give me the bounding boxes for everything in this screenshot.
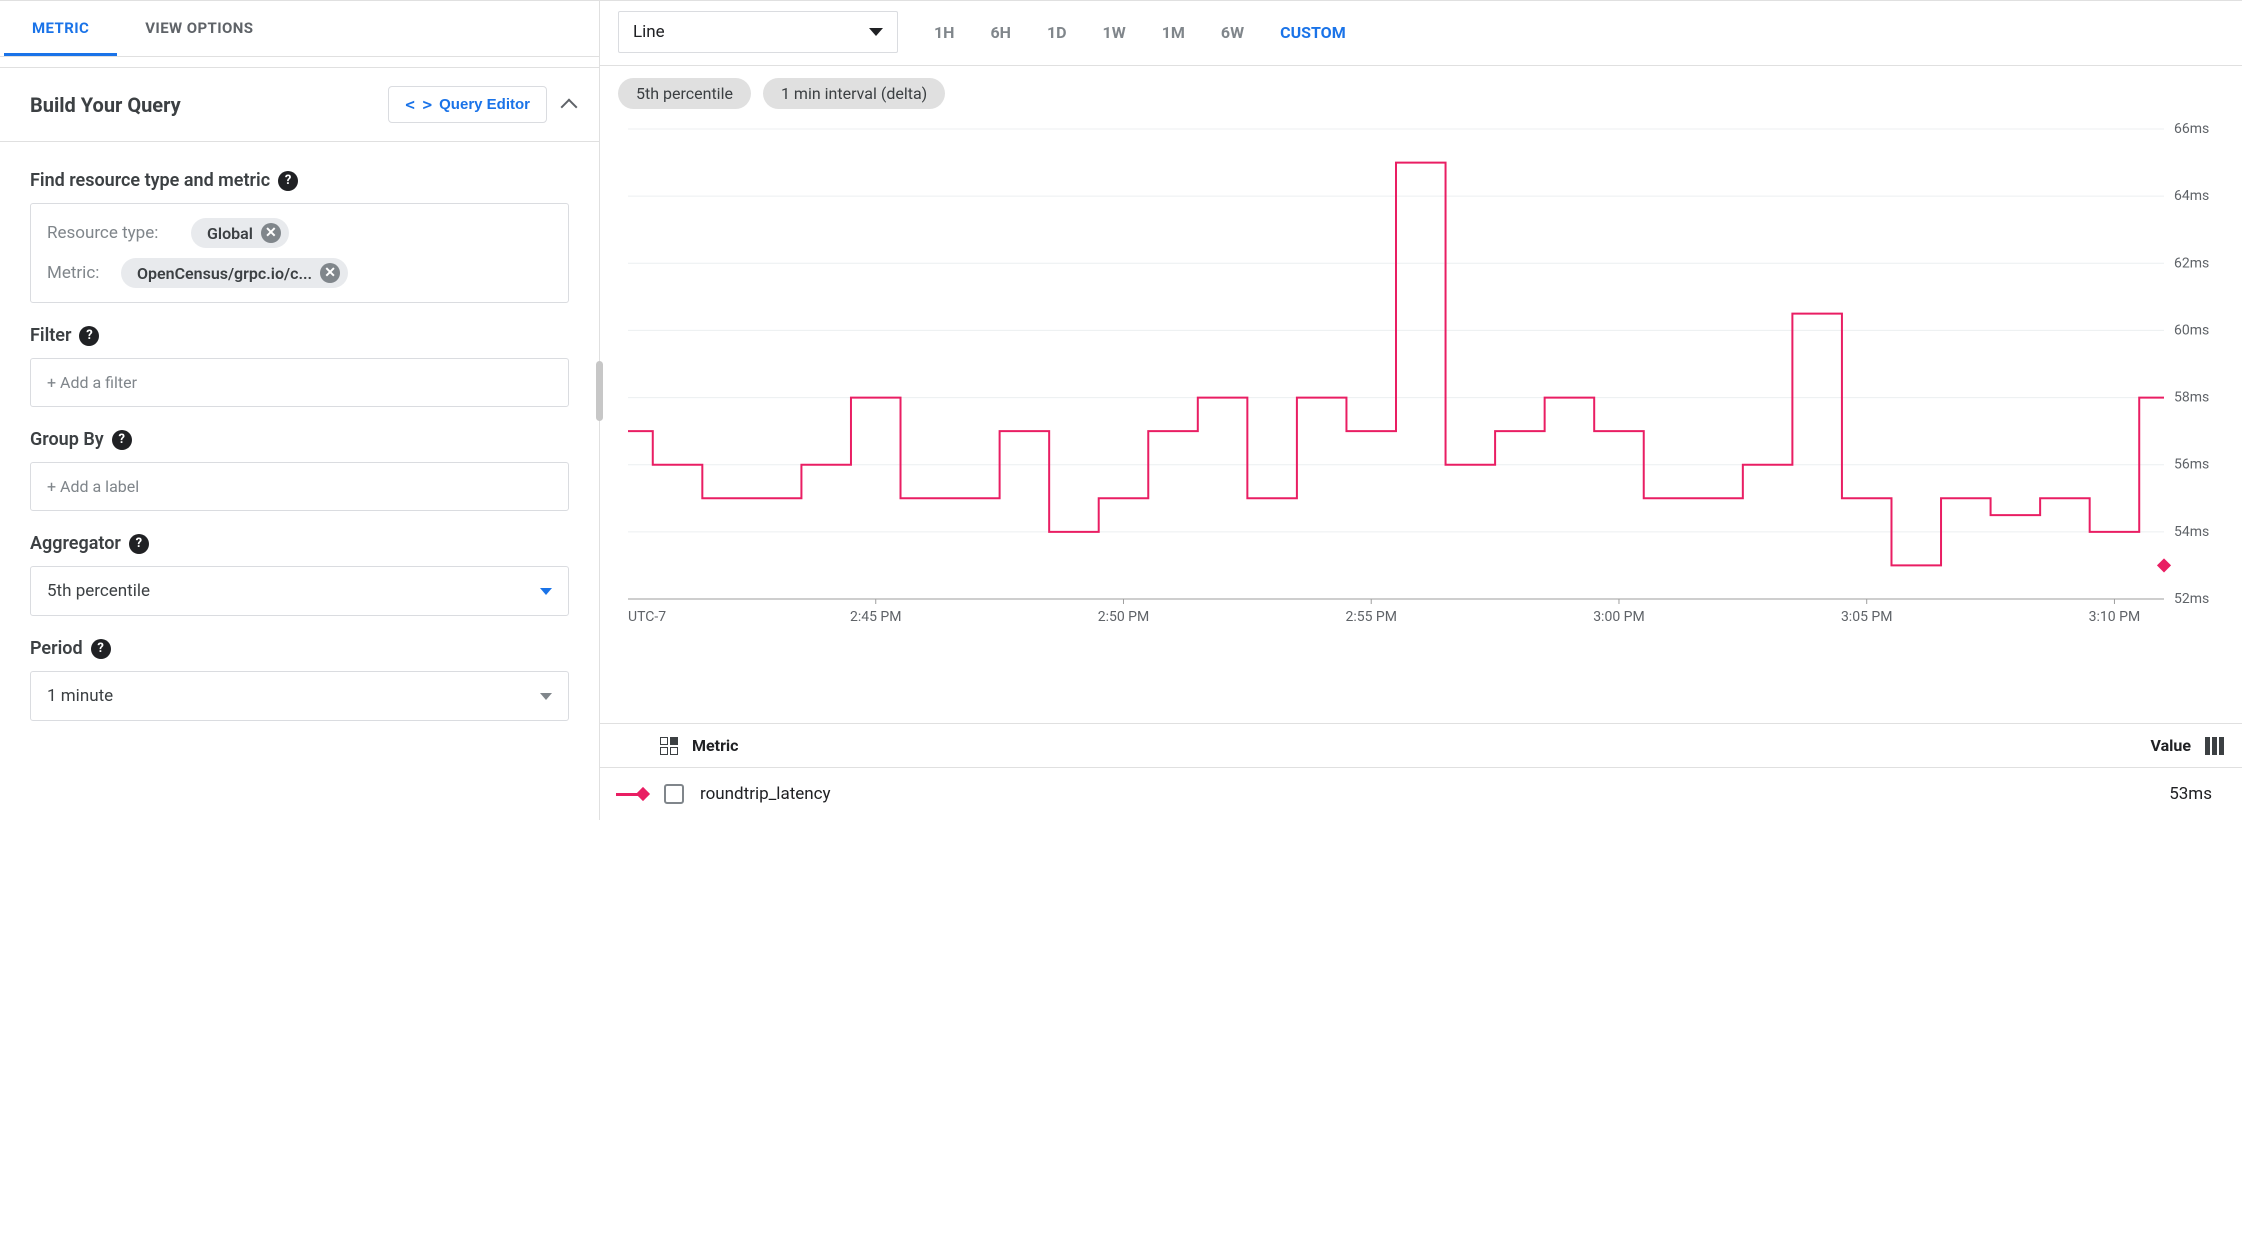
query-editor-button[interactable]: < > Query Editor [388, 86, 547, 123]
legend-header: Metric Value [600, 723, 2242, 768]
metric-label: Metric: [47, 263, 107, 283]
svg-text:52ms: 52ms [2174, 591, 2209, 607]
period-value: 1 minute [47, 686, 113, 706]
query-panel: METRIC VIEW OPTIONS Build Your Query < >… [0, 1, 600, 820]
range-1m[interactable]: 1M [1144, 15, 1203, 50]
svg-text:64ms: 64ms [2174, 188, 2209, 204]
interval-pill: 1 min interval (delta) [763, 78, 945, 109]
metric-row: Metric: OpenCensus/grpc.io/c... ✕ [47, 258, 552, 288]
collapse-icon[interactable] [561, 98, 578, 115]
line-chart[interactable]: 52ms 54ms 56ms 58ms 60ms 62ms 64ms 66ms UTC-7 2:4… [618, 119, 2224, 639]
aggregator-select[interactable]: 5th percentile [30, 566, 569, 616]
series-name: roundtrip_latency [700, 784, 831, 804]
aggregator-text: Aggregator [30, 533, 121, 554]
find-metric-text: Find resource type and metric [30, 170, 270, 191]
legend-metric-header: Metric [692, 736, 739, 755]
series-value: 53ms [2169, 784, 2212, 804]
chart-panel: Line 1H 6H 1D 1W 1M 6W CUSTOM 5th percen… [600, 1, 2242, 820]
aggregator-label: Aggregator ? [30, 533, 569, 554]
group-by-label: Group By ? [30, 429, 569, 450]
section-title: Build Your Query [30, 93, 181, 117]
svg-text:66ms: 66ms [2174, 121, 2209, 137]
resource-metric-box[interactable]: Resource type: Global ✕ Metric: OpenCens… [30, 203, 569, 303]
resource-type-row: Resource type: Global ✕ [47, 218, 552, 248]
range-1w[interactable]: 1W [1085, 15, 1144, 50]
filter-input[interactable]: + Add a filter [30, 358, 569, 407]
legend-row[interactable]: roundtrip_latency 53ms [600, 768, 2242, 820]
section-header: Build Your Query < > Query Editor [0, 67, 599, 142]
range-1h[interactable]: 1H [916, 15, 972, 50]
svg-text:3:10 PM: 3:10 PM [2089, 609, 2141, 625]
tab-metric[interactable]: METRIC [4, 1, 117, 56]
chart-area: 52ms 54ms 56ms 58ms 60ms 62ms 64ms 66ms UTC-7 2:4… [600, 115, 2242, 723]
chart-toolbar: Line 1H 6H 1D 1W 1M 6W CUSTOM [600, 1, 2242, 66]
help-icon[interactable]: ? [91, 639, 111, 659]
svg-text:60ms: 60ms [2174, 322, 2209, 338]
chevron-down-icon [540, 693, 552, 700]
svg-text:56ms: 56ms [2174, 457, 2209, 473]
group-by-text: Group By [30, 429, 104, 450]
legend-value-header: Value [2151, 736, 2192, 755]
help-icon[interactable]: ? [112, 430, 132, 450]
chevron-down-icon [540, 588, 552, 595]
columns-icon[interactable] [2205, 737, 2224, 755]
period-label: Period ? [30, 638, 569, 659]
resource-type-value: Global [207, 224, 253, 243]
help-icon[interactable]: ? [129, 534, 149, 554]
chart-type-value: Line [633, 22, 665, 42]
help-icon[interactable]: ? [79, 326, 99, 346]
query-form: Find resource type and metric ? Resource… [0, 142, 599, 751]
series-marker-icon [616, 789, 648, 799]
svg-text:62ms: 62ms [2174, 255, 2209, 271]
aggregator-pill: 5th percentile [618, 78, 751, 109]
aggregator-value: 5th percentile [47, 581, 150, 601]
period-text: Period [30, 638, 83, 659]
chart-type-select[interactable]: Line [618, 11, 898, 53]
legend-header-left: Metric [660, 736, 739, 755]
period-select[interactable]: 1 minute [30, 671, 569, 721]
metric-chip[interactable]: OpenCensus/grpc.io/c... ✕ [121, 258, 348, 288]
filter-text: Filter [30, 325, 71, 346]
range-6h[interactable]: 6H [972, 15, 1028, 50]
svg-text:UTC-7: UTC-7 [628, 609, 666, 625]
svg-text:2:45 PM: 2:45 PM [850, 609, 902, 625]
range-6w[interactable]: 6W [1203, 15, 1262, 50]
metric-value: OpenCensus/grpc.io/c... [137, 264, 312, 283]
query-editor-label: Query Editor [439, 96, 530, 113]
resource-type-chip[interactable]: Global ✕ [191, 218, 289, 248]
code-icon: < > [405, 95, 431, 114]
app-root: METRIC VIEW OPTIONS Build Your Query < >… [0, 0, 2242, 820]
tab-view-options[interactable]: VIEW OPTIONS [117, 1, 281, 56]
range-1d[interactable]: 1D [1029, 15, 1085, 50]
time-range-group: 1H 6H 1D 1W 1M 6W CUSTOM [916, 15, 1364, 50]
remove-icon[interactable]: ✕ [320, 263, 340, 283]
chevron-down-icon [869, 28, 883, 36]
help-icon[interactable]: ? [278, 171, 298, 191]
filter-label: Filter ? [30, 325, 569, 346]
svg-text:2:55 PM: 2:55 PM [1345, 609, 1397, 625]
svg-text:58ms: 58ms [2174, 390, 2209, 406]
section-header-actions: < > Query Editor [388, 86, 575, 123]
resource-type-label: Resource type: [47, 223, 177, 243]
panel-tabs: METRIC VIEW OPTIONS [0, 1, 599, 57]
svg-text:54ms: 54ms [2174, 524, 2209, 540]
remove-icon[interactable]: ✕ [261, 223, 281, 243]
svg-text:3:00 PM: 3:00 PM [1593, 609, 1645, 625]
grid-icon[interactable] [660, 737, 678, 755]
legend-row-left: roundtrip_latency [616, 784, 831, 804]
svg-text:2:50 PM: 2:50 PM [1098, 609, 1150, 625]
series-checkbox[interactable] [664, 784, 684, 804]
chart-info-pills: 5th percentile 1 min interval (delta) [600, 66, 2242, 115]
group-by-input[interactable]: + Add a label [30, 462, 569, 511]
legend-header-right: Value [2151, 736, 2225, 755]
svg-text:3:05 PM: 3:05 PM [1841, 609, 1893, 625]
range-custom[interactable]: CUSTOM [1262, 15, 1364, 50]
find-metric-label: Find resource type and metric ? [30, 170, 569, 191]
